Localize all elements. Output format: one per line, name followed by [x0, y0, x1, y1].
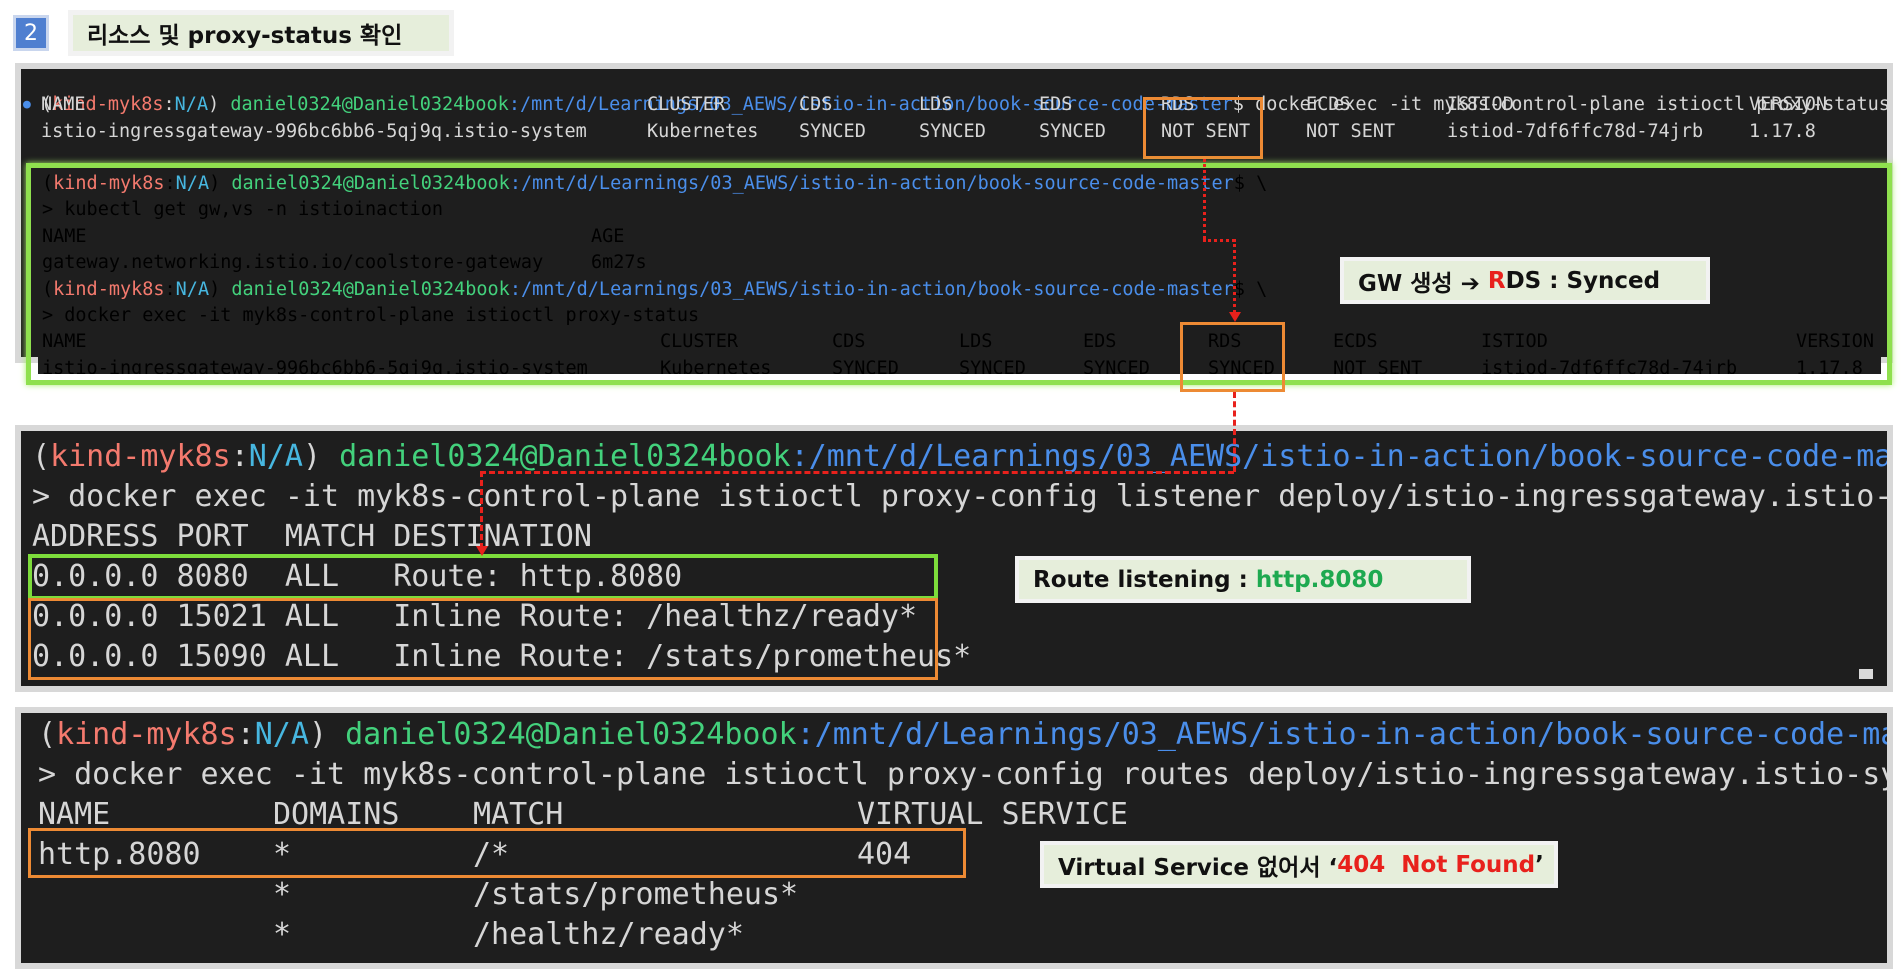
connector-synced-vertical [1233, 392, 1236, 472]
note-gw-rds-synced: GW 생성 ➔ R DS : Synced [1340, 257, 1710, 304]
prompt-line: ● (kind-myk8s:N/A) daniel0324@Daniel0324b… [21, 69, 1887, 115]
note-route-listening: Route listening : http.8080 [1015, 556, 1471, 603]
table-row: * /healthz/ready* [273, 917, 744, 952]
connector-listener-vertical [480, 471, 483, 549]
command-text: > kubectl get gw,vs -n istioinaction [42, 199, 443, 221]
rds-not-sent-highlight [1143, 97, 1263, 159]
route-http-8080-highlight [28, 554, 938, 600]
section-title-text: 리소스 및 proxy-status 확인 [87, 23, 403, 49]
command-text: > docker exec -it myk8s-control-plane is… [32, 479, 1893, 514]
rds-synced-highlight [1180, 322, 1285, 392]
inline-routes-highlight [28, 598, 938, 680]
route-404-highlight [28, 828, 966, 878]
table-row: * /stats/prometheus* [273, 877, 799, 912]
arrow-down-icon [1229, 312, 1241, 322]
table-header: NAME AGE [42, 225, 625, 247]
prompt-line: (kind-myk8s:N/A) daniel0324@Daniel0324bo… [42, 173, 1268, 194]
table-header: NAME CLUSTER CDS LDS EDS RDS ECDS ISTIOD… [41, 94, 1827, 116]
table-row: istio-ingressgateway-996bc6bb6-5qj9q.ist… [41, 120, 1816, 142]
note-virtual-service-404: Virtual Service 없어서 ‘404 Not Found’ [1040, 841, 1558, 888]
step-number-badge: 2 [13, 15, 49, 51]
command-text: > docker exec -it myk8s-control-plane is… [42, 304, 700, 326]
arrow-down-icon [476, 546, 488, 556]
table-row: istio-ingressgateway-996bc6bb6-5qj9q.ist… [42, 357, 1863, 374]
connector-rds-vertical-2 [1233, 239, 1236, 313]
prompt-line: (kind-myk8s:N/A) daniel0324@Daniel0324bo… [38, 717, 1893, 752]
table-header: ADDRESS PORT MATCH DESTINATION [32, 519, 592, 554]
terminal-cursor [1859, 669, 1873, 679]
connector-rds-vertical-1 [1203, 159, 1206, 239]
connector-synced-horizontal [480, 471, 1234, 474]
section-title: 리소스 및 proxy-status 확인 [68, 10, 454, 56]
command-text: > docker exec -it myk8s-control-plane is… [38, 757, 1893, 792]
table-header: NAME CLUSTER CDS LDS EDS RDS ECDS ISTIOD… [42, 331, 1874, 353]
connector-rds-horizontal [1203, 239, 1235, 242]
